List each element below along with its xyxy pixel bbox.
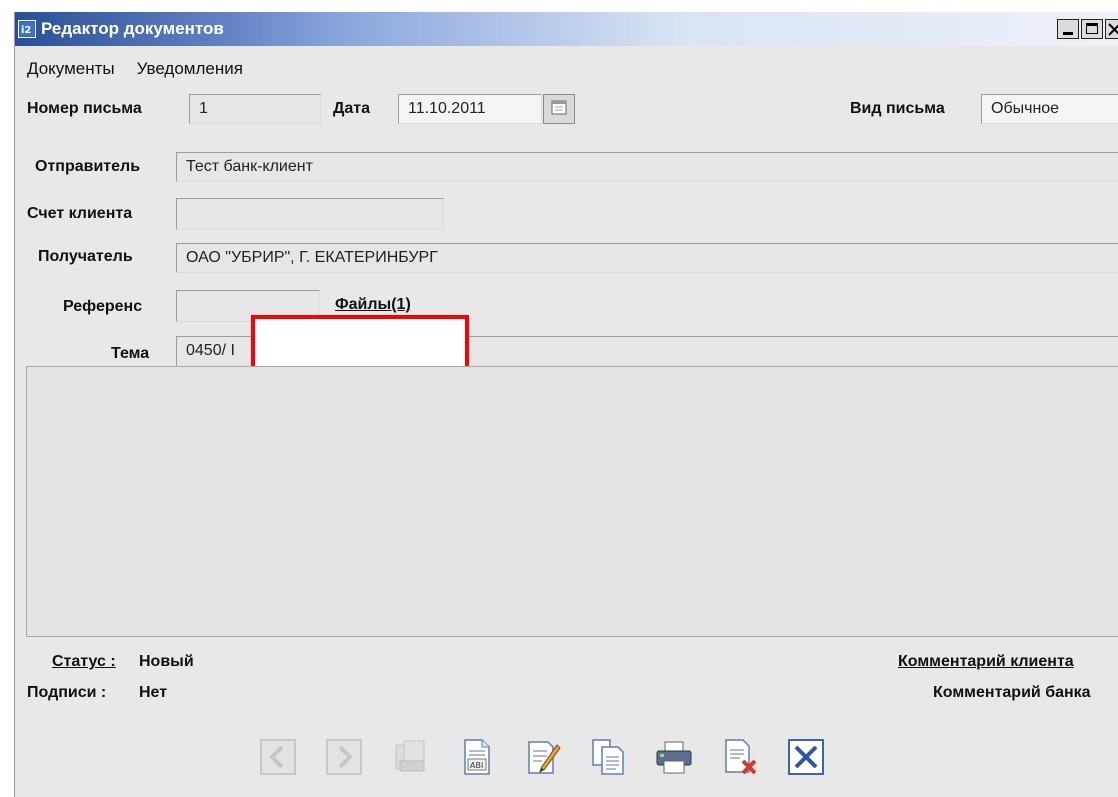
title-bar[interactable]: i2 Редактор документов [15, 12, 1118, 46]
document-text-icon: ABI [464, 739, 490, 775]
maximize-icon [1086, 23, 1098, 34]
action-toolbar: ABI [258, 737, 826, 777]
minimize-button[interactable] [1057, 19, 1079, 39]
signatures-label: Подписи : [27, 684, 107, 701]
redaction-box [251, 315, 469, 370]
svg-text:i2: i2 [21, 25, 31, 36]
menu-bar: Документы Уведомления [15, 56, 253, 82]
client-comment-link[interactable]: Комментарий клиента [898, 653, 1074, 671]
message-body-textarea[interactable] [26, 366, 1118, 637]
menu-notifications[interactable]: Уведомления [125, 56, 253, 82]
edit-document-button[interactable] [522, 737, 562, 777]
files-link[interactable]: Файлы(1) [335, 296, 411, 314]
close-document-button[interactable] [786, 737, 826, 777]
letter-type-field[interactable]: Обычное [981, 94, 1118, 124]
arrow-right-icon [326, 739, 362, 775]
reference-label: Референс [63, 298, 143, 315]
bank-comment-label: Комментарий банка [933, 684, 1091, 701]
letter-number-label: Номер письма [27, 100, 142, 117]
sender-label: Отправитель [35, 158, 141, 175]
view-document-button[interactable]: ABI [456, 737, 496, 777]
client-account-field[interactable] [176, 198, 444, 230]
close-icon [1108, 23, 1118, 36]
maximize-button[interactable] [1081, 19, 1103, 39]
delete-document-icon [725, 739, 757, 775]
copy-documents-icon [395, 740, 425, 772]
client-account-label: Счет клиента [27, 205, 133, 222]
close-window-button[interactable] [1105, 19, 1118, 39]
document-copy-icon [592, 739, 624, 775]
status-value: Новый [139, 653, 194, 670]
printer-icon [656, 741, 692, 774]
date-field[interactable]: 11.10.2011 [398, 94, 542, 124]
delete-document-button[interactable] [720, 737, 760, 777]
previous-button[interactable] [258, 737, 298, 777]
minimize-icon [1063, 32, 1073, 35]
status-link[interactable]: Статус : [52, 653, 116, 671]
recipient-label: Получатель [38, 248, 133, 265]
print-button[interactable] [654, 737, 694, 777]
document-editor-window: i2 Редактор документов Документы Уведомл… [14, 12, 1118, 797]
window-title: Редактор документов [41, 19, 224, 38]
menu-documents[interactable]: Документы [15, 56, 125, 82]
subject-label: Тема [111, 345, 150, 362]
svg-text:ABI: ABI [470, 761, 483, 770]
recipient-field[interactable]: ОАО "УБРИР", Г. ЕКАТЕРИНБУРГ [176, 243, 1118, 273]
sender-field[interactable]: Тест банк-клиент [176, 152, 1118, 182]
signatures-value: Нет [139, 684, 168, 701]
app-icon: i2 [18, 20, 36, 38]
copy-documents-button[interactable] [390, 737, 430, 777]
copy-document-button[interactable] [588, 737, 628, 777]
date-label: Дата [333, 100, 371, 117]
letter-number-field[interactable]: 1 [189, 94, 321, 124]
letter-type-label: Вид письма [850, 100, 945, 117]
calendar-icon [551, 100, 567, 115]
arrow-left-icon [260, 739, 296, 775]
next-button[interactable] [324, 737, 364, 777]
edit-pen-icon [528, 741, 561, 774]
calendar-button[interactable] [543, 94, 575, 124]
close-x-icon [788, 739, 824, 775]
